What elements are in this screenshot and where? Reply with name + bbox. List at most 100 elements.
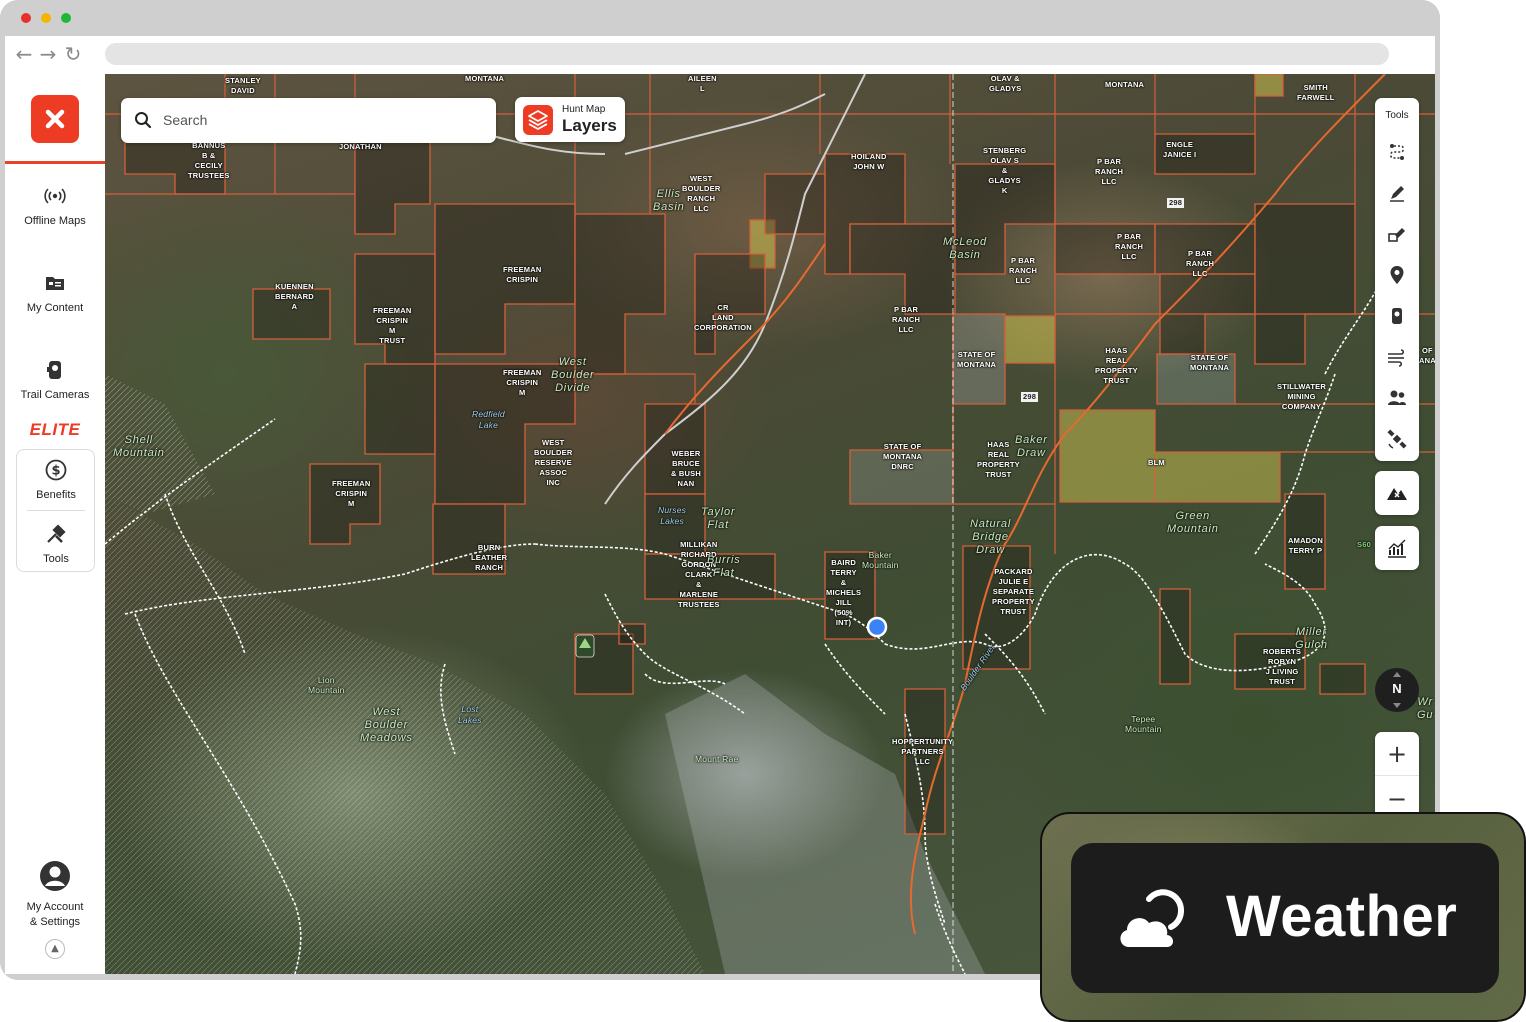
map-label-owner: PACKARD JULIE E SEPARATE PROPERTY TRUST	[992, 567, 1035, 616]
sidebar-item-benefits[interactable]: $ Benefits	[6, 458, 106, 503]
tools-icon	[47, 524, 66, 543]
weather-button[interactable]: Weather	[1071, 843, 1499, 993]
address-bar[interactable]	[105, 43, 1389, 65]
map-label-water: Lost Lakes	[458, 704, 482, 725]
map-label-water: Nurses Lakes	[658, 505, 687, 526]
map-label-owner: AMADON TERRY P	[1288, 536, 1323, 555]
route-shield: 298	[1021, 392, 1039, 402]
sidebar: Offline Maps My Content Trail Cameras EL…	[5, 74, 105, 974]
map-label-place: Miller Gulch	[1295, 626, 1328, 651]
map-label-owner: HAAS REAL PROPERTY TRUST	[1095, 346, 1138, 385]
analytics-button[interactable]	[1375, 526, 1419, 570]
map-label-place: Ellis Basin	[653, 188, 685, 213]
browser-navbar: ← → ↻	[5, 36, 1435, 74]
search-input[interactable]	[163, 108, 483, 132]
map-label-owner: ROBERTS ROBYN J LIVING TRUST	[1263, 647, 1302, 686]
route-shield: 298	[1167, 198, 1185, 208]
map-label-owner: HOILAND JOHN W	[851, 152, 887, 171]
map-pin-icon[interactable]	[1385, 263, 1409, 287]
weather-cloud-sun-icon	[1120, 889, 1184, 947]
map-label-peak: Lion Mountain	[308, 675, 345, 695]
map-label-owner: KUENNEN BERNARD A	[275, 282, 314, 311]
map-label-owner: SMITH FARWELL	[1297, 83, 1335, 102]
map-label-peak: Baker Mountain	[862, 550, 899, 570]
terrain-icon	[1387, 488, 1407, 500]
sidebar-item-trail-cameras[interactable]: Trail Cameras	[5, 358, 105, 403]
map-label-owner: FREEMAN CRISPIN	[503, 265, 542, 284]
sidebar-item-my-content[interactable]: My Content	[5, 271, 105, 316]
sidebar-item-tools[interactable]: Tools	[6, 522, 106, 567]
map-label-owner: WEBER BRUCE & BUSH NAN	[671, 449, 701, 488]
close-x-icon	[45, 109, 65, 129]
map-label-owner: FREEMAN CRISPIN M	[332, 479, 371, 508]
zoom-controls: + −	[1375, 732, 1419, 822]
map-label-owner: BLM	[1148, 458, 1165, 467]
back-arrow-icon[interactable]: ←	[13, 42, 35, 66]
trail-camera-icon[interactable]	[1385, 304, 1409, 328]
pencil-icon[interactable]	[1385, 181, 1409, 205]
map-label-owner: CR LAND CORPORATION	[694, 303, 752, 332]
map-label-owner: AILEEN L	[688, 74, 717, 93]
compass-button[interactable]: N	[1375, 668, 1419, 712]
svg-text:$: $	[51, 464, 60, 479]
divider	[27, 510, 85, 511]
map-label-owner: HAAS REAL PROPERTY TRUST	[977, 440, 1020, 479]
draw-shape-icon[interactable]	[1385, 222, 1409, 246]
satellite-icon[interactable]	[1385, 427, 1409, 451]
search-box	[121, 98, 496, 143]
zoom-in-button[interactable]: +	[1375, 732, 1419, 776]
map-label-owner: FREEMAN CRISPIN M TRUST	[373, 306, 412, 345]
map-label-place: Green Mountain	[1167, 510, 1219, 535]
map-label-owner: P BAR RANCH LLC	[892, 305, 921, 334]
map-label-owner: JONATHAN	[339, 142, 382, 151]
map-label-owner: STENBERG OLAV S & GLADYS K	[983, 146, 1027, 195]
sidebar-item-label: My Content	[26, 302, 84, 314]
wind-icon[interactable]	[1385, 345, 1409, 369]
map-label-owner: FREEMAN CRISPIN M	[503, 368, 542, 397]
map-label-owner: P BAR RANCH LLC	[1095, 157, 1124, 186]
map-label-place: West Boulder Divide	[551, 356, 595, 394]
terrain-toggle-button[interactable]	[1375, 471, 1419, 515]
tools-panel: Tools	[1375, 98, 1419, 461]
search-icon	[135, 112, 152, 129]
map-label-owner: BANNUS B & CECILY TRUSTEES	[188, 141, 230, 180]
map-label-place: Natural Bridge Draw	[970, 518, 1012, 556]
compass-south-marker	[1393, 703, 1401, 708]
compass-north-marker	[1393, 672, 1401, 677]
dollar-circle-icon: $	[45, 459, 67, 481]
weather-label: Weather	[1226, 884, 1458, 949]
layers-title: Layers	[562, 116, 617, 135]
map-label-owner: BURN LEATHER RANCH	[471, 543, 508, 572]
route-path-icon[interactable]	[1385, 140, 1409, 164]
reload-icon[interactable]: ↻	[62, 42, 84, 66]
map-label-owner: BAIRD TERRY & MICHELS JILL (50% INT)	[826, 558, 862, 627]
map-label-owner: P BAR RANCH LLC	[1115, 232, 1144, 261]
map-label-place: Burris Flat	[707, 554, 741, 579]
app-logo[interactable]	[31, 95, 79, 143]
minimize-window-icon[interactable]	[41, 13, 51, 23]
map-label-owner: STATE OF MONTANA DNRC	[883, 442, 923, 471]
chevron-up-icon[interactable]: ▲	[45, 939, 65, 959]
map-label-owner: MONTANA	[1105, 80, 1145, 89]
trail-camera-icon	[47, 361, 61, 379]
hunt-map-layers-button[interactable]: Hunt Map Layers	[515, 97, 625, 142]
map-label-owner: STANLEY DAVID	[225, 76, 261, 95]
elite-section: $ Benefits Tools	[16, 449, 95, 572]
map-label-owner: OF ANA	[1419, 346, 1435, 365]
forward-arrow-icon[interactable]: →	[37, 42, 59, 66]
account-label-line1: My Account	[26, 901, 84, 913]
maximize-window-icon[interactable]	[61, 13, 71, 23]
map-label-owner: MONTANA	[465, 74, 505, 83]
map-label-place: Taylor Flat	[701, 506, 736, 531]
map-label-owner: P BAR RANCH LLC	[1186, 249, 1215, 278]
avatar-icon	[40, 861, 70, 891]
map-label-owner: STATE OF MONTANA	[957, 350, 997, 369]
map-label-place: Shell Mountain	[113, 434, 165, 459]
elite-badge: ELITE	[29, 420, 81, 439]
sidebar-item-offline-maps[interactable]: Offline Maps	[5, 184, 105, 229]
close-window-icon[interactable]	[21, 13, 31, 23]
map-label-place: West Boulder Meadows	[360, 706, 413, 744]
account-label-line2: & Settings	[29, 916, 81, 928]
group-users-icon[interactable]	[1385, 386, 1409, 410]
sidebar-item-account[interactable]: My Account & Settings	[5, 860, 105, 930]
